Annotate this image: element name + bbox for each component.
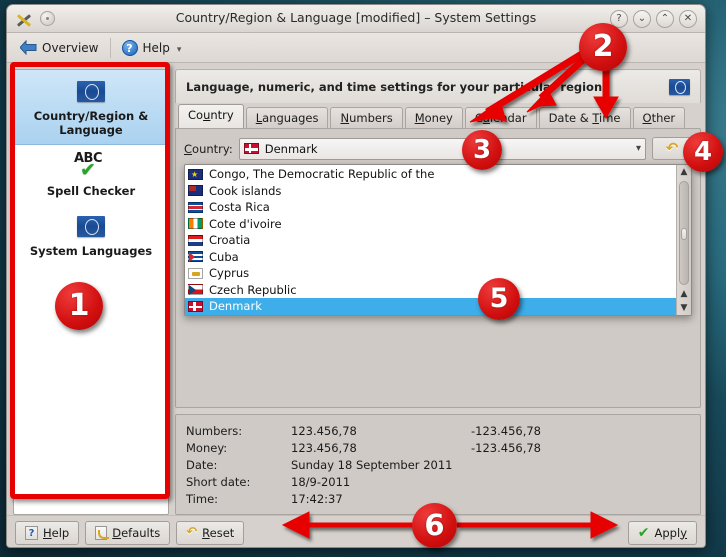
annotation-marker-3: 3 — [462, 130, 502, 170]
tab-country[interactable]: Country — [178, 104, 244, 128]
annotation-marker-2: 2 — [579, 23, 627, 71]
annotation-marker-1: 1 — [55, 282, 103, 330]
annotation-box-sidebar — [10, 62, 170, 499]
annotation-marker-4: 4 — [683, 132, 723, 172]
annotation-marker-6: 6 — [412, 503, 457, 548]
annotation-marker-5: 5 — [478, 278, 520, 320]
